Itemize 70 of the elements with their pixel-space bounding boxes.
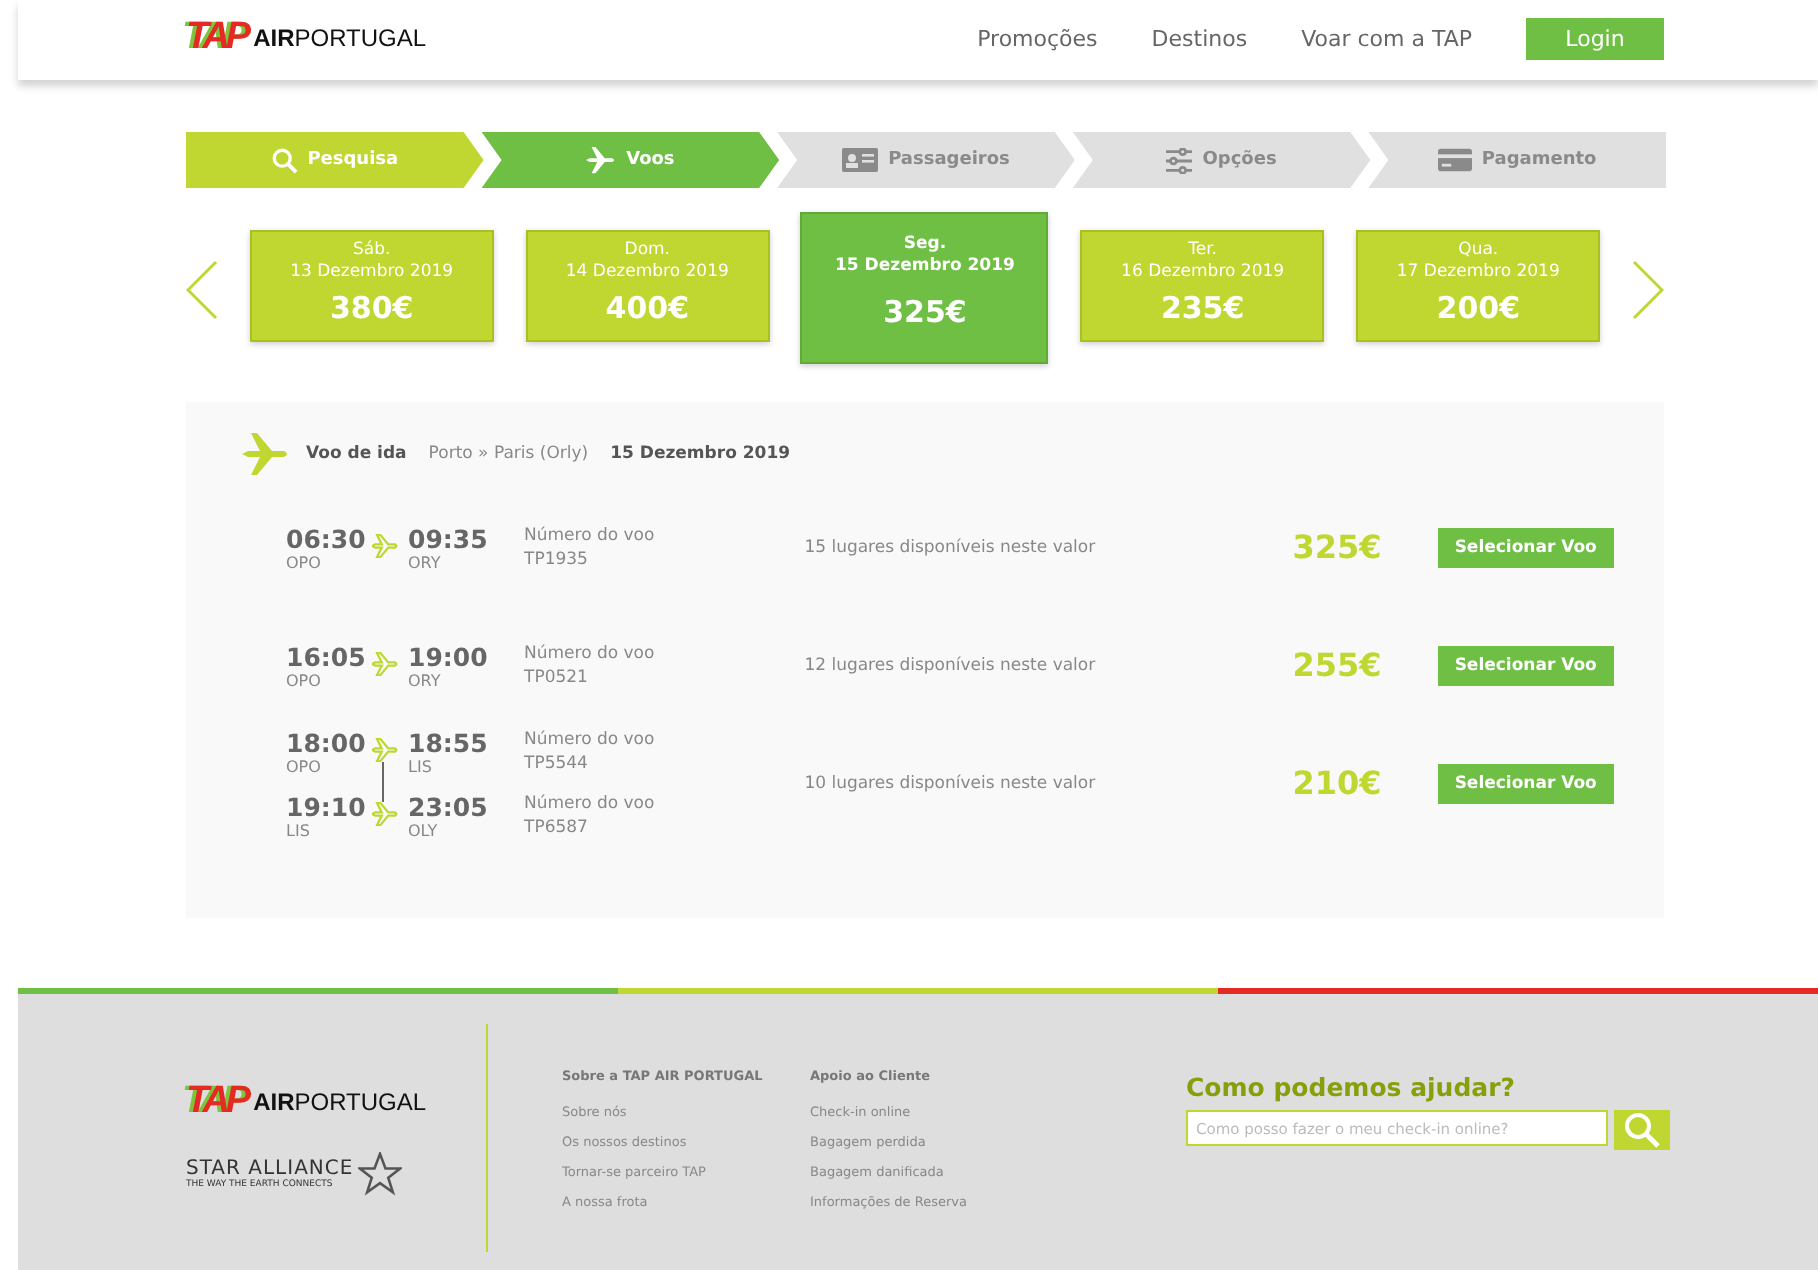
date-price-card[interactable]: Dom. 14 Dezembro 2019 400€ bbox=[525, 230, 770, 342]
nav-link[interactable]: Destinos bbox=[1151, 25, 1248, 51]
logo-mark[interactable]: TAP bbox=[186, 1080, 248, 1124]
search-button[interactable] bbox=[1614, 1110, 1670, 1150]
flight-price: 210€ bbox=[1290, 764, 1382, 802]
availability-text: 10 lugares disponíveis neste valor bbox=[804, 773, 1098, 793]
step-label: Pesquisa bbox=[307, 150, 399, 170]
step-label: Opções bbox=[1202, 150, 1277, 170]
star-icon bbox=[357, 1152, 402, 1196]
arrival-time: 19:00 bbox=[408, 641, 490, 671]
step-label: Pagamento bbox=[1481, 150, 1597, 170]
flight-date: 15 Dezembro 2019 bbox=[610, 444, 791, 464]
flight-number: TP0521 bbox=[524, 665, 590, 689]
airplane-icon bbox=[372, 737, 398, 761]
airport-code: OPO bbox=[286, 553, 323, 571]
flight-number: TP6587 bbox=[524, 815, 590, 839]
chevron-right-icon[interactable] bbox=[1631, 260, 1664, 320]
flight-price: 255€ bbox=[1290, 646, 1382, 684]
sliders-icon bbox=[1166, 147, 1193, 173]
flight-price: 325€ bbox=[1290, 528, 1382, 566]
select-flight-button[interactable]: Selecionar Voo bbox=[1437, 527, 1614, 567]
flight-number-label: Número do voo bbox=[524, 523, 655, 547]
airport-code: OPO bbox=[286, 671, 323, 689]
flight-number-label: Número do voo bbox=[524, 727, 655, 751]
alliance-name: STAR ALLIANCE bbox=[186, 1158, 354, 1180]
route-text: Porto » Paris (Orly) bbox=[428, 444, 589, 464]
departure-time: 16:05 bbox=[286, 641, 368, 671]
departure-time: 06:30 bbox=[286, 523, 368, 553]
id-card-icon bbox=[842, 148, 879, 172]
airport-code: LIS bbox=[408, 757, 434, 775]
airplane-icon bbox=[372, 801, 398, 825]
logo-text: AIRPORTUGAL bbox=[253, 1088, 427, 1116]
airplane-icon bbox=[586, 146, 617, 174]
date-price-card[interactable]: Sáb. 13 Dezembro 2019 380€ bbox=[249, 230, 494, 342]
airport-code: ORY bbox=[408, 671, 443, 689]
departure-time: 18:00 bbox=[286, 727, 368, 757]
airport-code: OPO bbox=[286, 757, 323, 775]
date-price-card[interactable]: Seg. 15 Dezembro 2019 325€ bbox=[800, 212, 1049, 364]
departure-time: 19:10 bbox=[286, 791, 368, 821]
date-price-card[interactable]: Ter. 16 Dezembro 2019 235€ bbox=[1080, 230, 1325, 342]
help-heading: Como podemos ajudar? bbox=[1186, 1072, 1518, 1102]
select-flight-button[interactable]: Selecionar Voo bbox=[1437, 645, 1614, 685]
nav-link[interactable]: Promoções bbox=[977, 25, 1098, 51]
step-label: Passageiros bbox=[888, 150, 1010, 170]
flight-number: TP5544 bbox=[524, 751, 590, 775]
results-title: Voo de ida bbox=[306, 444, 407, 464]
availability-text: 15 lugares disponíveis neste valor bbox=[804, 537, 1098, 557]
airport-code: ORY bbox=[408, 553, 443, 571]
logo-text: AIRPORTUGAL bbox=[253, 24, 427, 52]
date-price-card[interactable]: Qua. 17 Dezembro 2019 200€ bbox=[1356, 230, 1601, 342]
airplane-icon bbox=[372, 533, 398, 557]
search-icon bbox=[271, 147, 298, 173]
arrival-time: 23:05 bbox=[408, 791, 490, 821]
flight-number: TP1935 bbox=[524, 547, 590, 571]
airplane-icon bbox=[372, 651, 398, 675]
flight-number-label: Número do voo bbox=[524, 791, 655, 815]
select-flight-button[interactable]: Selecionar Voo bbox=[1437, 763, 1614, 803]
airport-code: LIS bbox=[286, 821, 312, 839]
airplane-icon bbox=[242, 432, 290, 476]
nav-link[interactable]: Voar com a TAP bbox=[1301, 25, 1472, 51]
flight-number-label: Número do voo bbox=[524, 641, 655, 665]
availability-text: 12 lugares disponíveis neste valor bbox=[804, 655, 1098, 675]
chevron-left-icon[interactable] bbox=[186, 260, 218, 320]
login-button[interactable]: Login bbox=[1526, 17, 1664, 59]
logo-mark[interactable]: TAP bbox=[186, 16, 248, 60]
arrival-time: 18:55 bbox=[408, 727, 490, 757]
step-label: Voos bbox=[626, 150, 675, 170]
credit-card-icon bbox=[1437, 148, 1472, 172]
airport-code: OLY bbox=[408, 821, 440, 839]
arrival-time: 09:35 bbox=[408, 523, 490, 553]
